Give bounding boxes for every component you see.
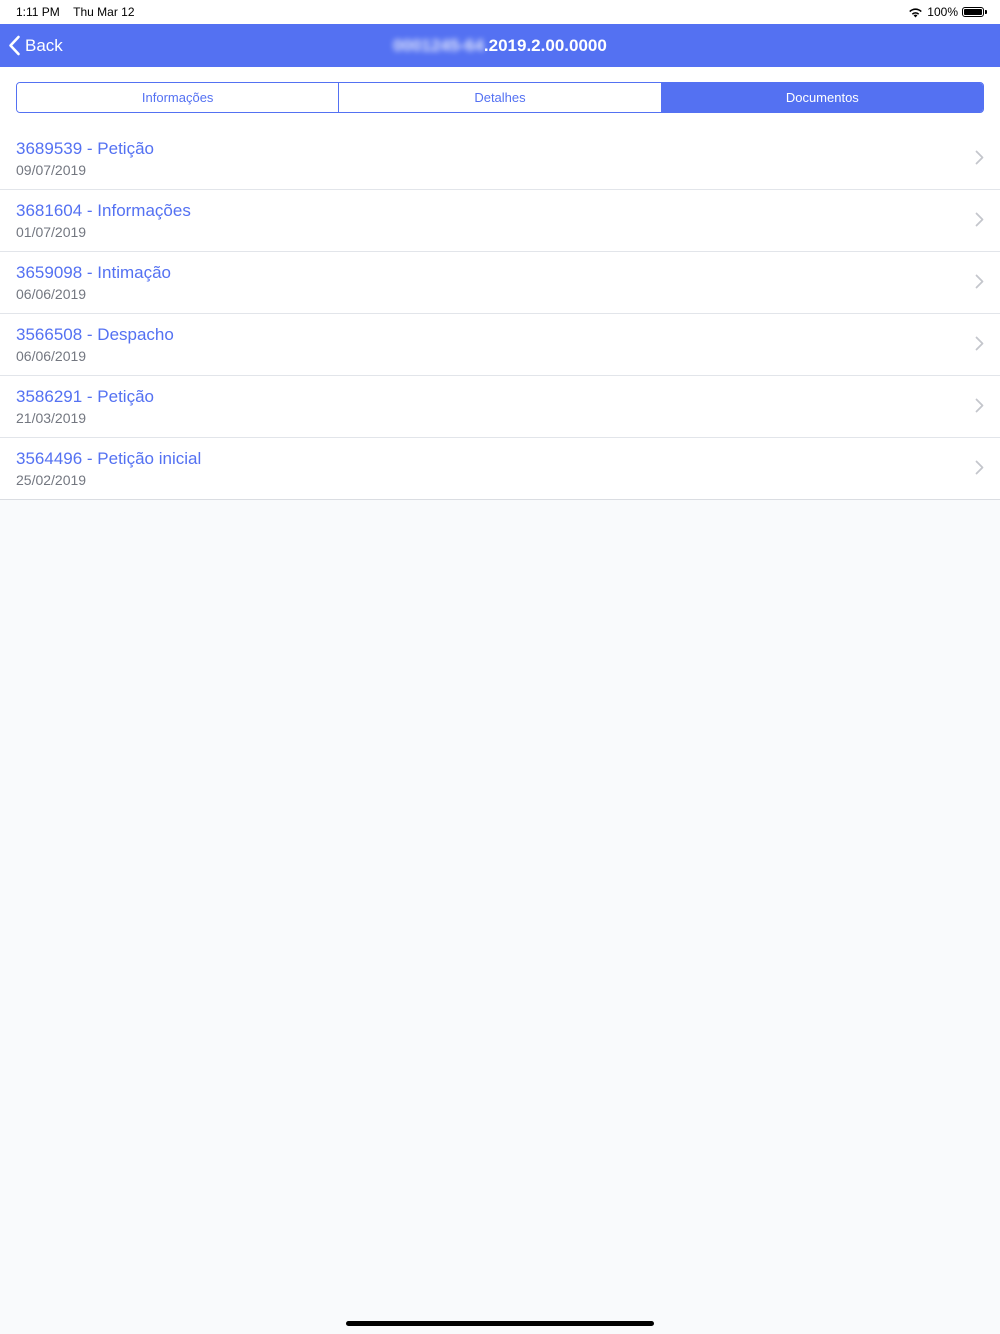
list-item[interactable]: 3681604 - Informações 01/07/2019 — [0, 190, 1000, 252]
status-time-date: 1:11 PM Thu Mar 12 — [16, 5, 135, 19]
redacted-process-number: 0001245-64 — [393, 36, 484, 55]
document-title: 3689539 - Petição — [16, 139, 154, 158]
battery-percent: 100% — [927, 5, 958, 19]
document-title: 3564496 - Petição inicial — [16, 449, 202, 468]
chevron-right-icon — [975, 212, 984, 227]
document-date: 06/06/2019 — [16, 348, 87, 364]
status-bar: 1:11 PM Thu Mar 12 100% — [0, 0, 1000, 24]
battery-icon — [962, 7, 987, 17]
home-indicator[interactable] — [346, 1321, 654, 1326]
back-label: Back — [25, 35, 63, 55]
chevron-right-icon — [975, 150, 984, 165]
document-date: 21/03/2019 — [16, 410, 87, 426]
document-date: 01/07/2019 — [16, 224, 87, 240]
back-button[interactable]: Back — [8, 24, 63, 67]
wifi-icon — [909, 7, 923, 17]
status-date: Thu Mar 12 — [73, 5, 135, 19]
document-title: 3566508 - Despacho — [16, 325, 174, 344]
segmented-control: Informações Detalhes Documentos — [16, 82, 984, 113]
status-time: 1:11 PM — [16, 5, 60, 19]
documents-list: 3689539 - Petição 09/07/2019 3681604 - I… — [0, 128, 1000, 500]
tab-detalhes[interactable]: Detalhes — [338, 83, 661, 112]
list-item[interactable]: 3564496 - Petição inicial 25/02/2019 — [0, 438, 1000, 499]
document-title: 3586291 - Petição — [16, 387, 154, 406]
list-item[interactable]: 3586291 - Petição 21/03/2019 — [0, 376, 1000, 438]
chevron-right-icon — [975, 398, 984, 413]
chevron-right-icon — [975, 336, 984, 351]
process-number-suffix: .2019.2.00.0000 — [483, 36, 607, 55]
document-title: 3681604 - Informações — [16, 201, 191, 220]
list-item[interactable]: 3566508 - Despacho 06/06/2019 — [0, 314, 1000, 376]
segment-bar: Informações Detalhes Documentos — [0, 67, 1000, 129]
tab-documentos[interactable]: Documentos — [660, 83, 983, 112]
status-indicators: 100% — [908, 5, 987, 19]
page-title: 0001245-64.2019.2.00.0000 — [0, 24, 1000, 67]
chevron-right-icon — [975, 460, 984, 475]
document-title: 3659098 - Intimação — [16, 263, 171, 282]
battery-level-fill — [964, 9, 982, 15]
document-date: 09/07/2019 — [16, 162, 87, 178]
tab-informacoes[interactable]: Informações — [17, 83, 339, 112]
chevron-left-icon — [9, 35, 20, 56]
document-date: 25/02/2019 — [16, 472, 87, 488]
list-item[interactable]: 3689539 - Petição 09/07/2019 — [0, 128, 1000, 190]
document-date: 06/06/2019 — [16, 286, 87, 302]
list-item[interactable]: 3659098 - Intimação 06/06/2019 — [0, 252, 1000, 314]
navigation-bar: 0001245-64.2019.2.00.0000 Back — [0, 24, 1000, 67]
chevron-right-icon — [975, 274, 984, 289]
